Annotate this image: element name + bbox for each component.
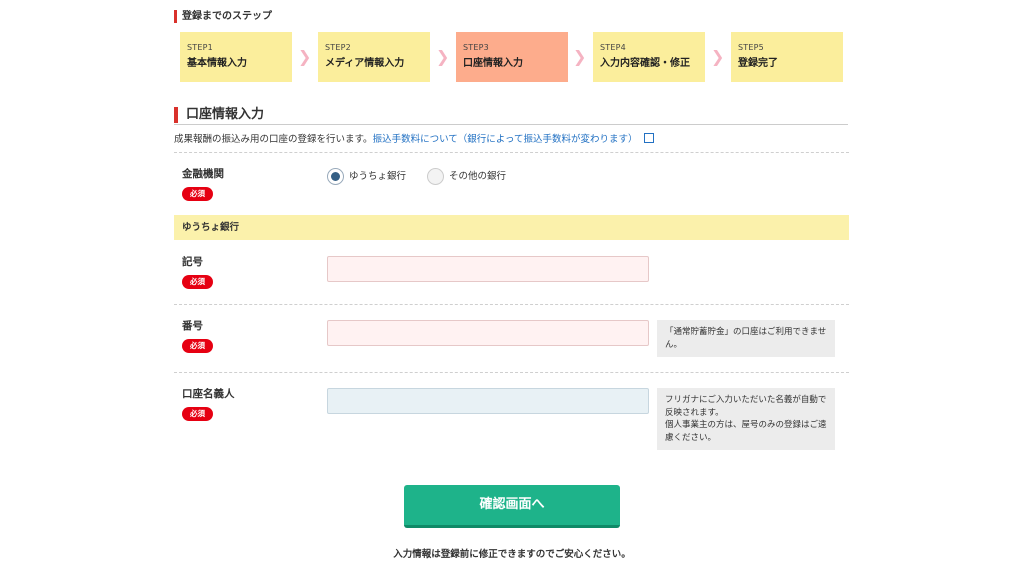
radio-other-bank[interactable]: その他の銀行	[427, 168, 506, 185]
chevron-right-icon: ❯	[298, 47, 312, 66]
step-label: 口座情報入力	[463, 58, 523, 69]
chevron-right-icon: ❯	[573, 47, 587, 66]
holder-input[interactable]	[327, 388, 649, 414]
radio-unchecked-icon[interactable]	[427, 168, 445, 185]
description: 成果報酬の振込み用の口座の登録を行います。振込手数料について（銀行によって振込手…	[174, 131, 654, 145]
chevron-right-icon: ❯	[436, 47, 450, 66]
footer-note: 入力情報は登録前に修正できますのでご安心ください。	[393, 549, 631, 560]
required-badge: 必須	[182, 187, 213, 201]
required-badge: 必須	[182, 275, 213, 289]
description-text: 成果報酬の振込み用の口座の登録を行います。	[174, 134, 373, 145]
section-title-text: 口座情報入力	[186, 107, 265, 122]
step-3: STEP3 口座情報入力	[456, 32, 568, 82]
divider	[174, 152, 849, 153]
number-input[interactable]	[327, 320, 649, 346]
step-progress: STEP1 基本情報入力 ❯ STEP2 メディア情報入力 ❯ STEP3 口座…	[180, 32, 850, 82]
number-note: 「通常貯蓄貯金」の口座はご利用できません。	[657, 320, 835, 357]
required-badge: 必須	[182, 407, 213, 421]
number-label: 番号	[182, 320, 203, 332]
step-label: 登録完了	[738, 58, 778, 69]
step-label: 基本情報入力	[187, 58, 247, 69]
holder-note-line1: フリガナにご入力いただいた名義が自動で反映されます。	[665, 395, 827, 418]
step-label: メディア情報入力	[325, 58, 405, 69]
radio-yucho[interactable]: ゆうちょ銀行	[327, 168, 406, 185]
divider	[174, 304, 849, 305]
step-number: STEP3	[463, 43, 489, 52]
yucho-band: ゆうちょ銀行	[174, 215, 849, 240]
step-5: STEP5 登録完了	[731, 32, 843, 82]
radio-label: その他の銀行	[449, 171, 507, 182]
section-title-bar	[174, 107, 178, 123]
symbol-label: 記号	[182, 256, 203, 268]
holder-note-line2: 個人事業主の方は、屋号のみの登録はご遠慮ください。	[665, 420, 827, 443]
radio-label: ゆうちょ銀行	[349, 171, 407, 182]
bank-radio-group: ゆうちょ銀行 その他の銀行	[327, 168, 524, 185]
holder-label: 口座名義人	[182, 388, 235, 400]
step-number: STEP4	[600, 43, 626, 52]
external-link-icon[interactable]	[643, 133, 654, 143]
step-number: STEP1	[187, 43, 213, 52]
bank-label: 金融機関	[182, 168, 224, 180]
step-number: STEP2	[325, 43, 351, 52]
step-number: STEP5	[738, 43, 764, 52]
step-1: STEP1 基本情報入力	[180, 32, 292, 82]
section-title: 口座情報入力	[174, 106, 848, 125]
symbol-input[interactable]	[327, 256, 649, 282]
required-badge: 必須	[182, 339, 213, 353]
divider	[174, 372, 849, 373]
fee-info-link[interactable]: 振込手数料について（銀行によって振込手数料が変わります）	[373, 134, 638, 145]
holder-note: フリガナにご入力いただいた名義が自動で反映されます。 個人事業主の方は、屋号のみ…	[657, 388, 835, 450]
steps-heading: 登録までのステップ	[174, 10, 272, 23]
radio-checked-icon[interactable]	[327, 168, 344, 185]
step-label: 入力内容確認・修正	[600, 58, 690, 69]
step-2: STEP2 メディア情報入力	[318, 32, 430, 82]
confirm-button[interactable]: 確認画面へ	[404, 485, 620, 528]
chevron-right-icon: ❯	[711, 47, 725, 66]
step-4: STEP4 入力内容確認・修正	[593, 32, 705, 82]
